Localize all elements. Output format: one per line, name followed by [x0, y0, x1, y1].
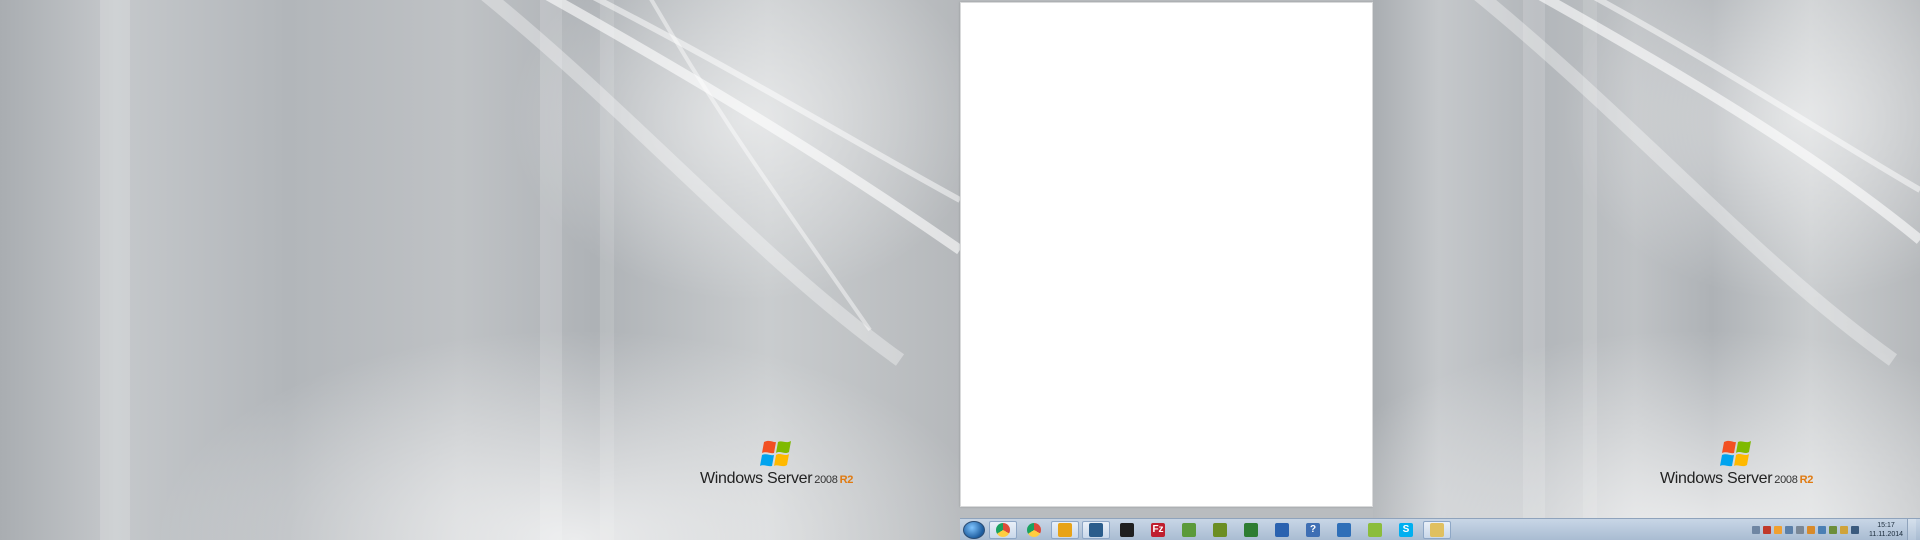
brand-version: 2008 — [814, 474, 838, 486]
taskbar-buttons: Fz? S — [989, 520, 1454, 539]
taskbar-button-chrome[interactable] — [1020, 521, 1048, 539]
taskbar: Fz? S 15:17 11.11.2014 — [960, 518, 1920, 540]
taskbar-button-spreadsheet[interactable] — [1237, 521, 1265, 539]
windows-server-wordmark: Windows Server 2008 R2 — [1660, 470, 1813, 488]
taskbar-button-filezilla[interactable]: Fz — [1144, 521, 1172, 539]
windows-flag-icon — [1719, 440, 1751, 467]
desktop-monitor-right — [1373, 0, 1920, 540]
clock-time: 15:17 — [1877, 521, 1895, 529]
clock[interactable]: 15:17 11.11.2014 — [1869, 521, 1903, 539]
taskbar-button-skype[interactable]: S — [1392, 521, 1420, 539]
skype-icon: S — [1399, 522, 1413, 537]
taskbar-button-terminal[interactable] — [1113, 521, 1141, 539]
users-icon — [1337, 522, 1351, 537]
skype-glyph: S — [1402, 523, 1410, 535]
brand-release: R2 — [839, 474, 854, 486]
windows-server-logo: Windows Server 2008 R2 — [700, 438, 853, 488]
notepad-icon — [1213, 522, 1227, 537]
window-icon[interactable] — [1785, 525, 1793, 534]
brand-product: Windows Server — [700, 470, 813, 487]
desktop-monitor-left: Windows Server 2008 R2 — [0, 0, 960, 540]
globe-icon — [1275, 522, 1289, 537]
brand-release: R2 — [1799, 474, 1814, 486]
volume-icon[interactable] — [1851, 525, 1859, 534]
chrome-icon — [996, 522, 1010, 537]
flag-tray-icon[interactable] — [1840, 525, 1848, 534]
taskbar-button-chrome[interactable] — [989, 520, 1017, 539]
windows-server-wordmark: Windows Server 2008 R2 — [700, 470, 853, 488]
help-glyph: ? — [1309, 523, 1317, 535]
brand-product: Windows Server — [1660, 470, 1773, 487]
folder-icon — [1430, 522, 1444, 537]
system-tray: 15:17 11.11.2014 — [1749, 519, 1920, 540]
start-button[interactable] — [963, 520, 985, 539]
taskbar-button-outlook[interactable] — [1051, 520, 1079, 539]
taskbar-button-network[interactable] — [1175, 521, 1203, 539]
filezilla-icon: Fz — [1151, 522, 1165, 537]
printer-icon[interactable] — [1796, 525, 1804, 534]
shield-tray-icon[interactable] — [1829, 525, 1837, 534]
taskbar-button-help[interactable]: ? — [1299, 521, 1327, 539]
taskbar-button-folder[interactable] — [1423, 520, 1451, 539]
remote-desktop-icon — [1089, 522, 1103, 537]
clock-date: 11.11.2014 — [1869, 530, 1903, 538]
alert-icon[interactable] — [1763, 525, 1771, 534]
windows-server-logo: Windows Server 2008 R2 — [1660, 438, 1813, 488]
network-icon — [1182, 522, 1196, 537]
taskbar-button-users[interactable] — [1330, 521, 1358, 539]
spreadsheet-icon — [1244, 522, 1258, 537]
blank-application-window[interactable] — [960, 2, 1373, 507]
check-icon — [1368, 522, 1382, 537]
show-desktop-button[interactable] — [1907, 519, 1916, 540]
taskbar-button-check[interactable] — [1361, 521, 1389, 539]
keyboard-icon[interactable] — [1752, 525, 1760, 534]
taskbar-button-remote-desktop[interactable] — [1082, 520, 1110, 539]
chrome-icon — [1027, 522, 1041, 537]
brand-version: 2008 — [1774, 474, 1798, 486]
wallpaper-streaks — [1474, 0, 1920, 540]
battery-icon[interactable] — [1807, 525, 1815, 534]
terminal-icon — [1120, 522, 1134, 537]
filezilla-glyph: Fz — [1152, 523, 1164, 535]
camera-icon[interactable] — [1774, 525, 1782, 534]
taskbar-button-notepad[interactable] — [1206, 521, 1234, 539]
help-icon: ? — [1306, 522, 1320, 537]
outlook-icon — [1058, 522, 1072, 537]
network-tray-icon[interactable] — [1818, 525, 1826, 534]
windows-flag-icon — [759, 440, 791, 467]
taskbar-button-globe[interactable] — [1268, 521, 1296, 539]
tray-icons — [1749, 525, 1859, 534]
